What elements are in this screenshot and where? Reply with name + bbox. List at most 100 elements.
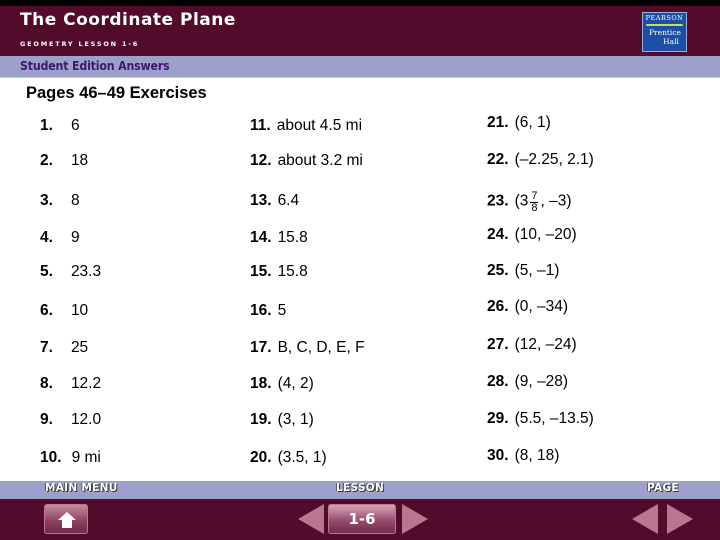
lesson-label: LESSON [336,482,385,494]
page-next-button[interactable] [667,504,693,534]
home-icon [58,512,76,528]
answer-item: 26. (0, –34) [487,298,568,316]
lesson-button[interactable]: 1-6 [328,504,396,534]
answer-number: 10. [40,449,62,466]
answer-number: 15. [250,263,272,280]
answer-item: 1. 6 [40,117,80,135]
answer-item: 21. (6, 1) [487,114,551,132]
answer-text: (6, 1) [514,114,551,131]
answer-text: (3 [514,192,529,210]
answer-number: 24. [487,226,509,243]
answer-text: about 4.5 mi [276,117,363,134]
section-title: Pages 46–49 Exercises [26,84,207,102]
answer-item: 17. B, C, D, E, F [250,339,365,357]
lesson-subtitle: GEOMETRY LESSON 1-6 [20,40,140,48]
answer-item: 23. (3 7 8, –3) [487,190,572,214]
answer-item: 13. 6.4 [250,192,299,210]
answer-item: 6. 10 [40,302,88,320]
answer-text: (12, –24) [514,336,577,353]
lesson-next-button[interactable] [402,504,428,534]
answer-item: 15. 15.8 [250,263,308,281]
answer-number: 13. [250,192,272,209]
page-title: The Coordinate Plane [20,10,236,30]
answer-item: 2. 18 [40,152,88,170]
answer-text: 8 [70,192,80,209]
answer-item: 5. 23.3 [40,263,101,281]
answer-text: 12.0 [70,411,102,428]
answer-text: (0, –34) [514,298,568,315]
answer-item: 30. (8, 18) [487,447,559,465]
answer-text: about 3.2 mi [277,152,363,169]
logo-top-text: PEARSON [645,14,684,22]
answer-text: (3, 1) [277,411,314,428]
footer-band: MAIN MENU LESSON PAGE [0,481,720,499]
answer-number: 30. [487,447,509,464]
answer-number: 16. [250,302,272,319]
answer-item: 11. about 4.5 mi [250,117,362,135]
answer-item: 19. (3, 1) [250,411,314,429]
answer-text: (–2.25, 2.1) [514,151,594,168]
answer-item: 14. 15.8 [250,229,308,247]
answer-text: (4, 2) [277,375,314,392]
answer-text: 18 [70,152,89,169]
answer-number: 5. [40,263,53,280]
fraction-denominator: 8 [531,202,538,214]
answer-text: 6.4 [277,192,300,209]
answer-text: (5.5, –13.5) [514,410,594,427]
logo-bottom-text: Prentice Hall [649,28,681,46]
answer-number: 19. [250,411,272,428]
answer-text: 23.3 [70,263,102,280]
page-label: PAGE [647,482,679,494]
logo-line2: Hall [663,37,679,46]
answer-text: 15.8 [277,229,308,246]
answer-text: B, C, D, E, F [277,339,365,356]
answer-text: , –3) [540,192,572,210]
answer-number: 1. [40,117,53,134]
answer-text: 10 [70,302,89,319]
answer-number: 29. [487,410,509,427]
answer-text: 9 [70,229,80,246]
answer-item: 20. (3.5, 1) [250,449,327,467]
band-label: Student Edition Answers [20,59,170,73]
fraction: 78 [530,191,539,214]
answer-text: 25 [70,339,89,356]
answer-item: 28. (9, –28) [487,373,568,391]
answer-item: 7. 25 [40,339,88,357]
answer-item: 18. (4, 2) [250,375,314,393]
answer-number: 11. [250,117,271,134]
answer-text: 9 mi [71,449,101,466]
answer-item: 9. 12.0 [40,411,101,429]
logo-line1: Prentice [649,28,681,37]
answer-number: 17. [250,339,272,356]
answer-text: (9, –28) [514,373,568,390]
lesson-prev-button[interactable] [298,504,324,534]
answer-item: 29. (5.5, –13.5) [487,410,594,428]
answer-text: (5, –1) [514,262,560,279]
answer-item: 27. (12, –24) [487,336,577,354]
answer-number: 26. [487,298,509,315]
pearson-logo: PEARSON Prentice Hall [642,12,687,52]
section-band: Student Edition Answers [0,56,720,78]
answer-number: 8. [40,375,53,392]
answer-number: 20. [250,449,272,466]
answer-number: 22. [487,151,509,168]
answer-number: 12. [250,152,272,169]
answer-item: 4. 9 [40,229,80,247]
answer-number: 18. [250,375,272,392]
answer-item: 24. (10, –20) [487,226,577,244]
header: The Coordinate Plane GEOMETRY LESSON 1-6… [0,6,720,56]
logo-swoosh [646,24,683,26]
main-menu-button[interactable] [44,504,88,534]
answer-text: 6 [70,117,80,134]
answer-text: (10, –20) [514,226,577,243]
main-menu-label: MAIN MENU [45,482,118,494]
answer-text: 5 [277,302,287,319]
answer-text: 15.8 [277,263,308,280]
answer-text: 12.2 [70,375,102,392]
answer-item: 8. 12.2 [40,375,101,393]
answer-number: 28. [487,373,509,390]
answer-number: 7. [40,339,53,356]
answer-number: 21. [487,114,509,131]
answer-number: 27. [487,336,509,353]
page-prev-button[interactable] [632,504,658,534]
